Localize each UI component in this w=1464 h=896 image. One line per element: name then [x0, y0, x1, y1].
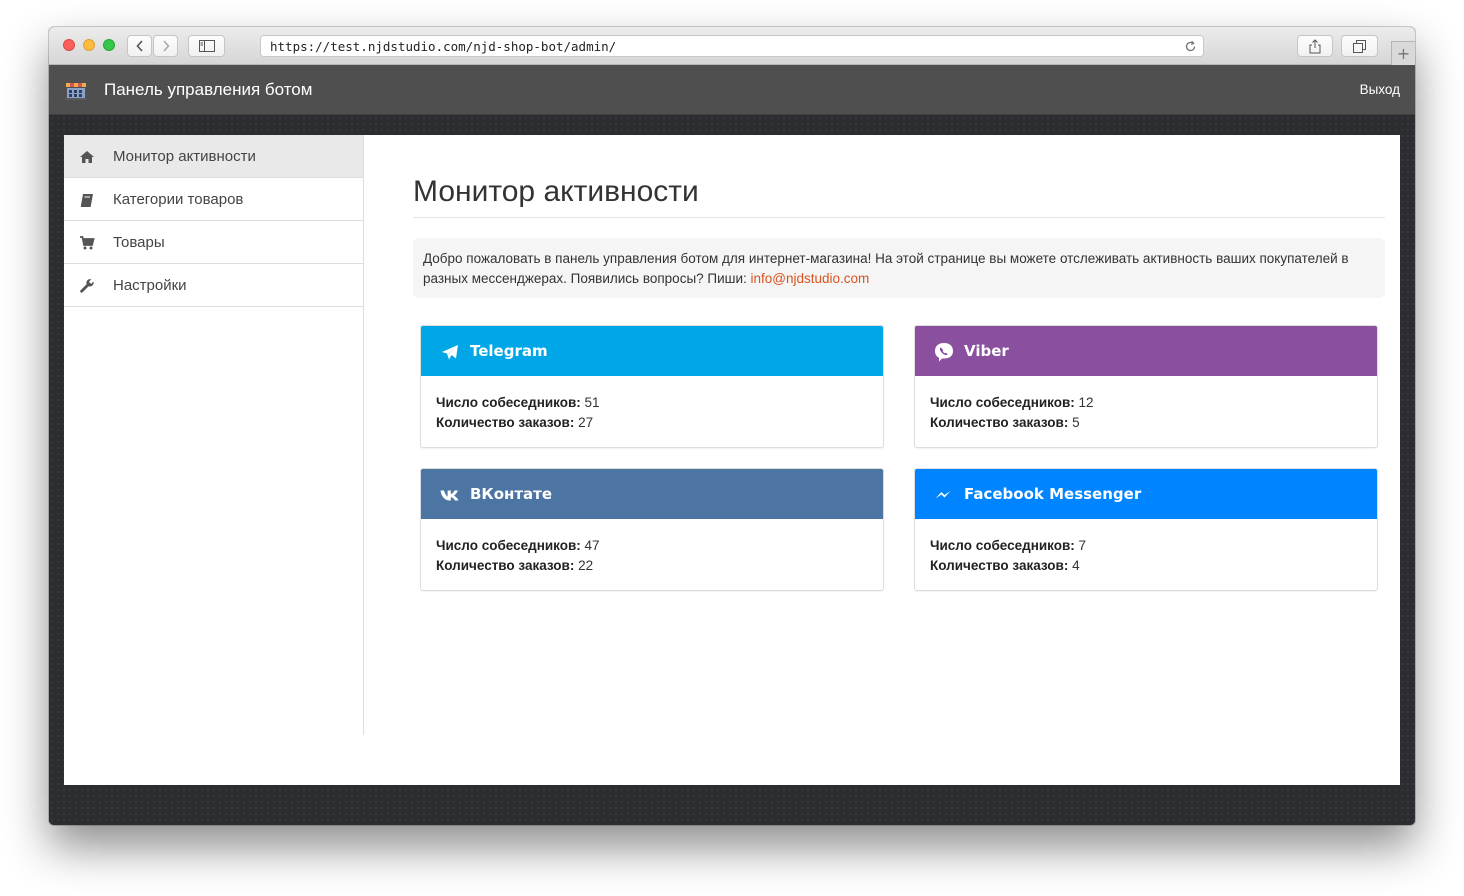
book-icon [80, 194, 93, 207]
card-stats: Число собеседников: 7 Количество заказов… [930, 536, 1086, 576]
messenger-card-viber: Viber Число собеседников: 12 Количество … [914, 325, 1378, 448]
chevron-right-icon [162, 40, 170, 52]
stat-value: 51 [584, 395, 600, 410]
app-navbar: Панель управления ботом Выход [49, 65, 1415, 115]
title-divider [413, 217, 1385, 218]
main-content: Монитор активности Добро пожаловать в па… [413, 135, 1385, 785]
stat-label: Число собеседников: [930, 538, 1075, 553]
share-button[interactable] [1297, 35, 1333, 57]
forward-button[interactable] [153, 35, 178, 57]
tabs-icon [1353, 39, 1366, 53]
tabs-overview-button[interactable] [1341, 35, 1378, 57]
stat-label: Количество заказов: [436, 415, 575, 430]
sidebar-item-settings[interactable]: Настройки [64, 264, 363, 307]
messenger-card-facebook: Facebook Messenger Число собеседников: 7… [914, 468, 1378, 591]
page-title: Монитор активности [413, 175, 699, 208]
stat-orders: Количество заказов: 4 [930, 556, 1086, 576]
stat-orders: Количество заказов: 22 [436, 556, 600, 576]
card-header: Viber [915, 326, 1377, 376]
reload-icon[interactable] [1184, 40, 1197, 53]
sidebar-item-label: Товары [113, 234, 165, 251]
stat-users: Число собеседников: 12 [930, 393, 1094, 413]
stat-orders: Количество заказов: 27 [436, 413, 600, 433]
welcome-text: Добро пожаловать в панель управления бот… [423, 251, 1349, 286]
stat-users: Число собеседников: 51 [436, 393, 600, 413]
messenger-card-vk: ВКонтате Число собеседников: 47 Количест… [420, 468, 884, 591]
stat-orders: Количество заказов: 5 [930, 413, 1094, 433]
messenger-icon [935, 491, 951, 499]
wrench-icon [80, 279, 94, 293]
sidebar-item-label: Монитор активности [113, 148, 256, 165]
sidebar-nav: Монитор активности Категории товаров Тов… [64, 135, 364, 735]
stat-label: Количество заказов: [930, 415, 1069, 430]
share-icon [1309, 38, 1321, 53]
vk-icon [440, 490, 459, 501]
telegram-icon [442, 345, 458, 360]
chevron-left-icon [135, 40, 143, 52]
content-panel: Монитор активности Категории товаров Тов… [64, 135, 1400, 785]
card-header: ВКонтате [421, 469, 883, 519]
sidebar-item-activity-monitor[interactable]: Монитор активности [64, 135, 363, 178]
card-header: Telegram [421, 326, 883, 376]
new-tab-button[interactable]: + [1391, 41, 1415, 65]
viber-icon [935, 343, 953, 362]
sidebar-item-label: Категории товаров [113, 191, 244, 208]
logout-link[interactable]: Выход [1360, 82, 1400, 97]
sidebar-item-products[interactable]: Товары [64, 221, 363, 264]
sidebar-icon [198, 40, 215, 52]
stat-value: 5 [1072, 415, 1080, 430]
stat-value: 4 [1072, 558, 1080, 573]
stat-value: 22 [578, 558, 594, 573]
card-title: Viber [964, 342, 1009, 360]
app-brand-title[interactable]: Панель управления ботом [104, 80, 312, 100]
close-window-button[interactable] [63, 39, 75, 51]
stat-value: 47 [584, 538, 600, 553]
address-bar[interactable]: https://test.njdstudio.com/njd-shop-bot/… [260, 35, 1204, 57]
browser-toolbar: https://test.njdstudio.com/njd-shop-bot/… [49, 27, 1415, 65]
messenger-card-telegram: Telegram Число собеседников: 51 Количест… [420, 325, 884, 448]
cart-icon [80, 236, 95, 250]
stat-value: 27 [578, 415, 594, 430]
card-stats: Число собеседников: 47 Количество заказо… [436, 536, 600, 576]
stat-label: Число собеседников: [436, 395, 581, 410]
stat-label: Количество заказов: [930, 558, 1069, 573]
stat-label: Число собеседников: [930, 395, 1075, 410]
maximize-window-button[interactable] [103, 39, 115, 51]
store-logo-icon [65, 83, 87, 100]
contact-email-link[interactable]: info@njdstudio.com [751, 271, 870, 286]
minimize-window-button[interactable] [83, 39, 95, 51]
card-title: Facebook Messenger [964, 485, 1142, 503]
home-icon [80, 151, 94, 163]
sidebar-toggle-button[interactable] [188, 35, 225, 57]
card-title: Telegram [470, 342, 548, 360]
card-stats: Число собеседников: 51 Количество заказо… [436, 393, 600, 433]
stat-users: Число собеседников: 7 [930, 536, 1086, 556]
card-header: Facebook Messenger [915, 469, 1377, 519]
stat-value: 12 [1078, 395, 1094, 410]
url-text: https://test.njdstudio.com/njd-shop-bot/… [270, 39, 617, 54]
stat-label: Число собеседников: [436, 538, 581, 553]
browser-window: https://test.njdstudio.com/njd-shop-bot/… [49, 27, 1415, 825]
card-stats: Число собеседников: 12 Количество заказо… [930, 393, 1094, 433]
stat-label: Количество заказов: [436, 558, 575, 573]
sidebar-item-label: Настройки [113, 277, 187, 294]
back-button[interactable] [127, 35, 152, 57]
sidebar-item-categories[interactable]: Категории товаров [64, 178, 363, 221]
stat-value: 7 [1078, 538, 1087, 553]
welcome-message: Добро пожаловать в панель управления бот… [413, 238, 1385, 298]
stat-users: Число собеседников: 47 [436, 536, 600, 556]
card-title: ВКонтате [470, 485, 553, 503]
